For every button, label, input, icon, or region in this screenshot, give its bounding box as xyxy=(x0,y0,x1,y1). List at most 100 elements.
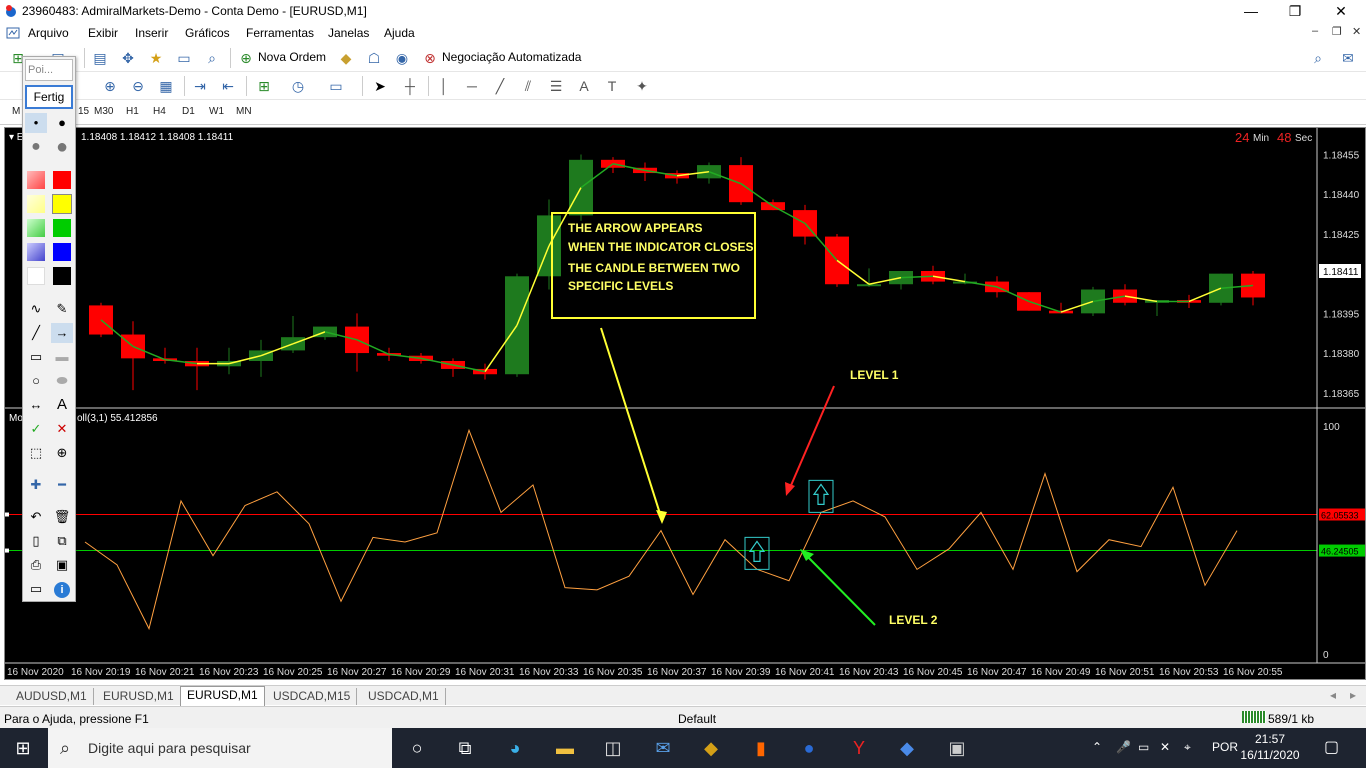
tab-eurusd-m1-active[interactable]: EURUSD,M1 xyxy=(180,686,265,706)
tab-usdcad-m1[interactable]: USDCAD,M1 xyxy=(362,688,446,705)
mic-icon[interactable]: 🎤 xyxy=(1116,740,1131,754)
text-label-icon[interactable]: T xyxy=(602,76,622,96)
filled-ellipse-icon[interactable]: ⬬ xyxy=(51,371,73,391)
text-icon[interactable]: A xyxy=(574,76,594,96)
zoom-out-icon[interactable]: ⊖ xyxy=(128,76,148,96)
cursor-icon[interactable]: ➤ xyxy=(370,76,390,96)
ellipse-icon[interactable]: ○ xyxy=(25,371,47,391)
cortana-icon[interactable]: ○ xyxy=(404,736,430,760)
periods-icon[interactable]: ◷ xyxy=(288,76,308,96)
tab-usdcad-m15[interactable]: USDCAD,M15 xyxy=(267,688,358,705)
tf-m30[interactable]: M30 xyxy=(94,106,113,117)
copy-icon[interactable]: ⧉ xyxy=(51,531,73,551)
color-black-swatch[interactable] xyxy=(53,267,71,285)
broadcast-icon[interactable]: ◉ xyxy=(392,48,412,68)
chart-shift-icon[interactable]: ⇥ xyxy=(190,76,210,96)
metaeditor-icon[interactable]: ◆ xyxy=(336,48,356,68)
edge-icon[interactable]: ◕ xyxy=(502,736,528,760)
new-page-icon[interactable]: ▯ xyxy=(25,531,47,551)
mail-icon[interactable]: ✉ xyxy=(650,736,676,760)
undo-icon[interactable]: ↶ xyxy=(25,507,47,527)
trendline-icon[interactable]: ╱ xyxy=(490,76,510,96)
crosshair-icon[interactable]: ┼ xyxy=(400,76,420,96)
save-icon[interactable]: ▣ xyxy=(51,555,73,575)
child-restore-button[interactable]: ❐ xyxy=(1332,25,1342,38)
zoom-in-icon[interactable]: ⊕ xyxy=(100,76,120,96)
color-yellow-swatch[interactable] xyxy=(52,194,72,214)
tab-eurusd-m1[interactable]: EURUSD,M1 xyxy=(97,688,181,705)
vertical-line-icon[interactable]: │ xyxy=(434,76,454,96)
volume-icon[interactable]: ✕ xyxy=(1160,740,1170,754)
file-explorer-icon[interactable]: ▬ xyxy=(552,736,578,760)
select-area-icon[interactable]: ⬚ xyxy=(25,443,47,463)
dot-large-icon[interactable]: ● xyxy=(25,137,47,157)
tray-up-icon[interactable]: ⌃ xyxy=(1092,740,1102,754)
price-chart[interactable]: Mo oll(3,1) 55.412856100062.0553346.24505… xyxy=(5,128,1365,679)
app-icon-1[interactable]: ◆ xyxy=(698,736,724,760)
child-minimize-button[interactable]: – xyxy=(1312,25,1318,37)
battery-icon[interactable]: ▭ xyxy=(1138,740,1149,754)
menu-exibir[interactable]: Exibir xyxy=(88,26,118,40)
tf-d1[interactable]: D1 xyxy=(182,106,195,117)
task-view-icon[interactable]: ⧉ xyxy=(452,736,478,760)
close-button[interactable]: ✕ xyxy=(1318,0,1364,22)
tf-h1[interactable]: H1 xyxy=(126,106,139,117)
color-blue-swatch[interactable] xyxy=(53,243,71,261)
autoscroll-icon[interactable]: ⇤ xyxy=(218,76,238,96)
dot-medium-icon[interactable]: ● xyxy=(51,113,73,133)
color-white-swatch[interactable] xyxy=(27,267,45,285)
filled-rectangle-icon[interactable]: ▬ xyxy=(51,347,73,367)
network-icon[interactable]: ⌖ xyxy=(1184,740,1191,755)
tf-mn[interactable]: MN xyxy=(236,106,252,117)
done-button[interactable]: Fertig xyxy=(25,85,73,109)
clock[interactable]: 21:57 16/11/2020 xyxy=(1240,731,1300,763)
tab-scroll-right-icon[interactable]: ▸ xyxy=(1350,688,1356,702)
metatrader-icon[interactable]: ▣ xyxy=(944,736,970,760)
taskbar-search-input[interactable]: ⌕ Digite aqui para pesquisar xyxy=(48,728,392,768)
strategy-tester-icon[interactable]: ⌕ xyxy=(202,48,222,68)
chart-window-icon[interactable] xyxy=(6,26,20,40)
child-close-button[interactable]: ✕ xyxy=(1352,25,1361,38)
tab-audusd-m1[interactable]: AUDUSD,M1 xyxy=(10,688,94,705)
freehand-icon[interactable]: ∿ xyxy=(25,299,47,319)
plus-icon[interactable]: ✚ xyxy=(25,475,47,495)
auto-trading-button[interactable]: Negociação Automatizada xyxy=(442,50,581,64)
minus-icon[interactable]: ━ xyxy=(51,475,73,495)
tf-h4[interactable]: H4 xyxy=(153,106,166,117)
print-icon[interactable]: ⎙ xyxy=(25,555,47,575)
indicators-icon[interactable]: ⊞ xyxy=(254,76,274,96)
menu-janelas[interactable]: Janelas xyxy=(328,26,369,40)
navigator-icon[interactable]: ★ xyxy=(146,48,166,68)
data-window-icon[interactable]: ✥ xyxy=(118,48,138,68)
color-light-blue-swatch[interactable] xyxy=(27,243,45,261)
horizontal-line-icon[interactable]: ─ xyxy=(462,76,482,96)
market-watch-icon[interactable]: ▤ xyxy=(90,48,110,68)
tf-m15[interactable]: 15 xyxy=(78,106,89,117)
cross-icon[interactable]: ✕ xyxy=(51,419,73,439)
dot-xlarge-icon[interactable]: ● xyxy=(51,137,73,157)
yandex-icon[interactable]: Y xyxy=(846,736,872,760)
terminal-icon[interactable]: ▭ xyxy=(174,48,194,68)
menu-inserir[interactable]: Inserir xyxy=(135,26,168,40)
arrow-line-icon[interactable]: → xyxy=(51,323,73,343)
color-red-swatch[interactable] xyxy=(53,171,71,189)
shapes-icon[interactable]: ✦ xyxy=(632,76,652,96)
text-tool-icon[interactable]: A xyxy=(51,395,73,415)
menu-graficos[interactable]: Gráficos xyxy=(185,26,230,40)
fibonacci-icon[interactable]: ☰ xyxy=(546,76,566,96)
app-icon-4[interactable]: ◆ xyxy=(894,736,920,760)
chat-icon[interactable]: ✉ xyxy=(1338,48,1358,68)
new-order-button[interactable]: Nova Ordem xyxy=(258,50,326,64)
new-order-icon[interactable]: ⊕ xyxy=(236,48,256,68)
color-light-green-swatch[interactable] xyxy=(27,219,45,237)
windows-start-icon[interactable]: ⊞ xyxy=(10,736,36,760)
rectangle-icon[interactable]: ▭ xyxy=(25,347,47,367)
store-icon[interactable]: ◫ xyxy=(600,736,626,760)
double-arrow-icon[interactable]: ↔ xyxy=(25,395,47,415)
templates-icon[interactable]: ▭ xyxy=(326,76,346,96)
minimize-button[interactable]: — xyxy=(1228,0,1274,22)
dot-small-icon[interactable]: • xyxy=(25,113,47,133)
color-green-swatch[interactable] xyxy=(53,219,71,237)
tf-w1[interactable]: W1 xyxy=(209,106,224,117)
trash-icon[interactable]: 🗑 xyxy=(51,507,73,527)
